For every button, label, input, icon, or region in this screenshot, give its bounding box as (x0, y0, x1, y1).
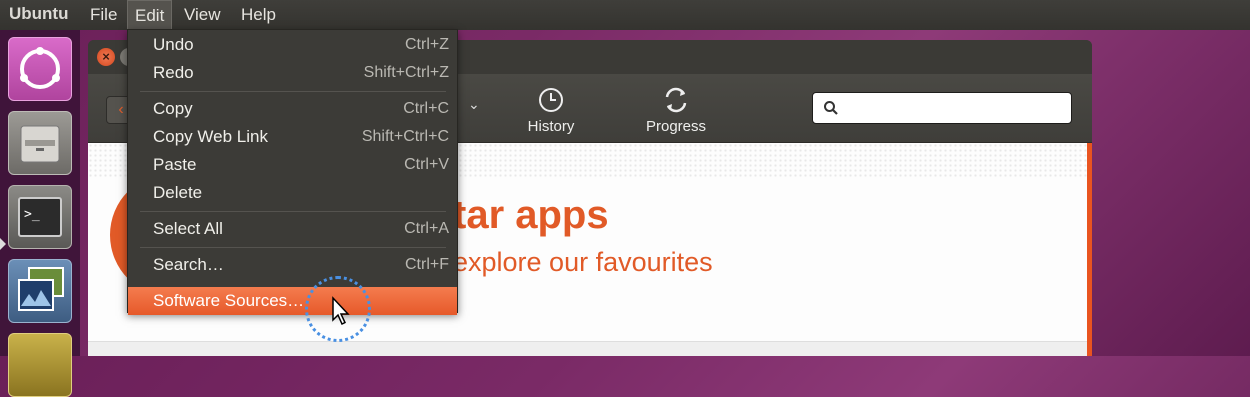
top-panel: Ubuntu File Edit View Help (0, 0, 1250, 30)
chevron-down-icon[interactable]: ⌄ (468, 96, 480, 113)
menu-item-select-all[interactable]: Select All Ctrl+A (128, 215, 457, 243)
accent-stripe (1087, 143, 1092, 356)
menu-separator (140, 211, 446, 212)
svg-text:>_: >_ (24, 207, 40, 222)
menu-separator (140, 91, 446, 92)
mouse-pointer-icon (332, 296, 350, 326)
content-bottom-strip (88, 341, 1092, 356)
search-icon (824, 101, 838, 115)
progress-label: Progress (645, 118, 707, 135)
edit-menu: Undo Ctrl+Z Redo Shift+Ctrl+Z Copy Ctrl+… (127, 29, 458, 315)
menu-item-undo[interactable]: Undo Ctrl+Z (128, 31, 457, 59)
menu-help[interactable]: Help (234, 0, 283, 30)
history-label: History (527, 118, 575, 135)
image-viewer-icon[interactable] (8, 259, 72, 323)
dash-home-icon[interactable] (8, 37, 72, 101)
app-icon[interactable] (8, 333, 72, 397)
menu-item-redo[interactable]: Redo Shift+Ctrl+Z (128, 59, 457, 87)
menu-item-software-sources[interactable]: Software Sources… (128, 287, 457, 315)
menu-view[interactable]: View (177, 0, 228, 30)
banner-subheading: explore our favourites (453, 247, 713, 277)
search-input[interactable] (812, 92, 1072, 124)
close-icon[interactable]: × (97, 48, 115, 66)
app-name: Ubuntu (9, 4, 69, 23)
menu-item-delete[interactable]: Delete (128, 179, 457, 207)
history-icon (539, 88, 563, 112)
history-button[interactable]: History (501, 84, 601, 135)
menu-separator (140, 247, 446, 248)
menu-file[interactable]: File (83, 0, 124, 30)
launcher: >_ (0, 30, 80, 397)
banner-heading: tar apps (453, 193, 609, 237)
active-app-indicator (0, 238, 6, 250)
menu-item-paste[interactable]: Paste Ctrl+V (128, 151, 457, 179)
file-manager-icon[interactable] (8, 111, 72, 175)
progress-button[interactable]: Progress (626, 84, 726, 135)
terminal-icon[interactable]: >_ (8, 185, 72, 249)
menu-item-copy-web-link[interactable]: Copy Web Link Shift+Ctrl+C (128, 123, 457, 151)
sync-icon (665, 87, 687, 113)
menu-item-copy[interactable]: Copy Ctrl+C (128, 95, 457, 123)
menu-item-search[interactable]: Search… Ctrl+F (128, 251, 457, 279)
menu-edit[interactable]: Edit (127, 0, 173, 30)
